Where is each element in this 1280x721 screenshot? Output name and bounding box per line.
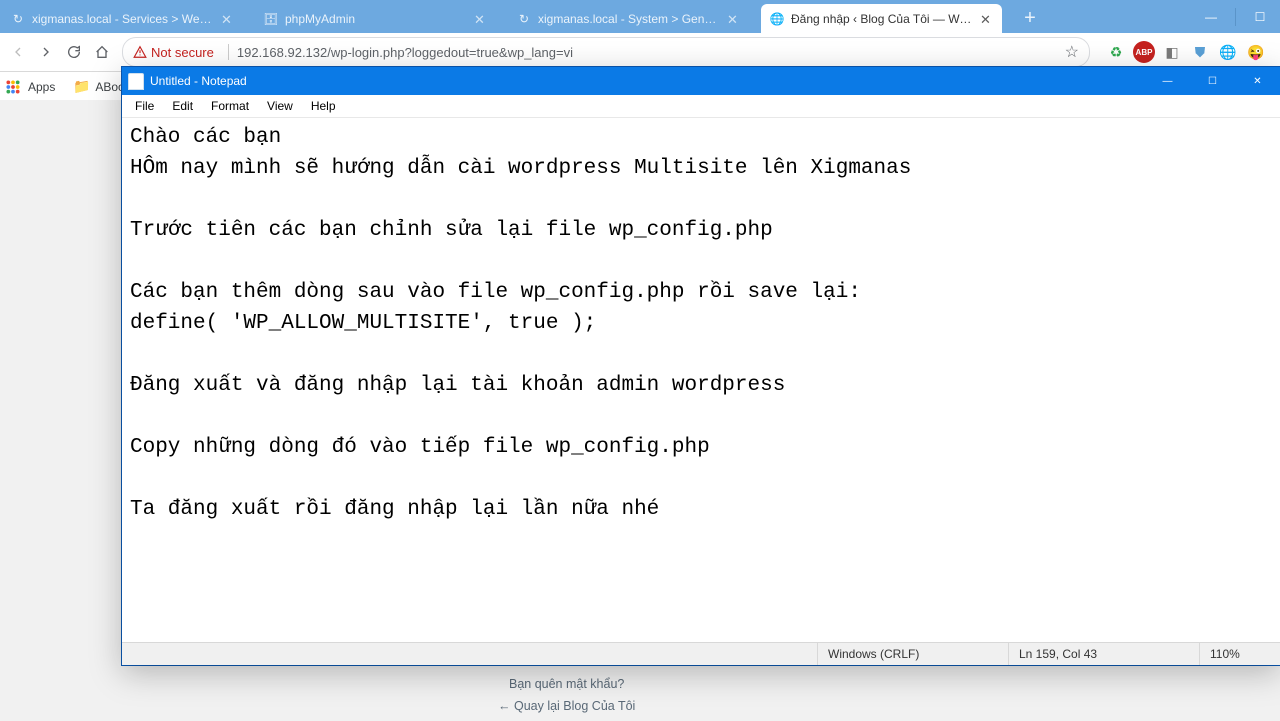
apps-shortcut[interactable]: Apps — [6, 79, 55, 95]
forgot-password-link[interactable]: Bạn quên mật khẩu? — [498, 677, 635, 691]
status-zoom: 110% — [1199, 643, 1280, 665]
xigmanas-icon: ↻ — [516, 11, 532, 27]
tab-1[interactable]: 🗄 phpMyAdmin ✕ — [255, 4, 496, 33]
emoji-ext-icon[interactable]: 😜 — [1245, 41, 1267, 63]
abp-icon[interactable]: ABP — [1133, 41, 1155, 63]
xigmanas-icon: ↻ — [10, 11, 26, 27]
notepad-status-bar: Windows (CRLF) Ln 159, Col 43 110% — [122, 642, 1280, 665]
menu-help[interactable]: Help — [302, 95, 345, 117]
notepad-window: Untitled - Notepad — ☐ ✕ File Edit Forma… — [122, 67, 1280, 665]
omnibox[interactable]: Not secure 192.168.92.132/wp-login.php?l… — [122, 37, 1090, 67]
chrome-window-controls: — ☐ — [1191, 0, 1280, 33]
shield-ext-icon[interactable]: ⛊ — [1189, 41, 1211, 63]
close-icon[interactable]: ✕ — [221, 12, 235, 26]
extension-icons: ♻ ABP ◧ ⛊ 🌐 😜 — [1102, 41, 1270, 63]
tab-3[interactable]: 🌐 Đăng nhập ‹ Blog Của Tôi — Wo… ✕ — [761, 4, 1002, 33]
phpmyadmin-icon: 🗄 — [263, 11, 279, 27]
status-encoding: Windows (CRLF) — [817, 643, 1008, 665]
tab-2[interactable]: ↻ xigmanas.local - System > Gene… ✕ — [508, 4, 749, 33]
maximize-button[interactable]: ☐ — [1190, 67, 1235, 95]
back-button[interactable] — [4, 38, 32, 66]
menu-view[interactable]: View — [258, 95, 302, 117]
notepad-menu: File Edit Format View Help — [122, 95, 1280, 118]
bookmark-ext-icon[interactable]: ◧ — [1161, 41, 1183, 63]
url-text: 192.168.92.132/wp-login.php?loggedout=tr… — [237, 45, 573, 60]
notepad-title-bar[interactable]: Untitled - Notepad — ☐ ✕ — [122, 67, 1280, 95]
star-icon[interactable]: ☆ — [1065, 42, 1079, 62]
tab-title: xigmanas.local - System > Gene… — [538, 12, 721, 26]
not-secure-label: Not secure — [151, 45, 214, 60]
forward-button[interactable] — [32, 38, 60, 66]
chrome-minimize-button[interactable]: — — [1191, 2, 1231, 32]
tab-title: phpMyAdmin — [285, 12, 468, 26]
apps-label: Apps — [28, 80, 55, 94]
not-secure-badge[interactable]: Not secure — [133, 45, 214, 60]
close-icon[interactable]: ✕ — [727, 12, 741, 26]
minimize-button[interactable]: — — [1145, 67, 1190, 95]
chrome-maximize-button[interactable]: ☐ — [1240, 2, 1280, 32]
new-tab-button[interactable]: + — [1018, 6, 1042, 30]
globe-ext-icon[interactable]: 🌐 — [1217, 41, 1239, 63]
tab-strip: ↻ xigmanas.local - Services > Web… ✕ 🗄 p… — [0, 0, 1280, 33]
notepad-window-controls: — ☐ ✕ — [1145, 67, 1280, 95]
close-icon[interactable]: ✕ — [474, 12, 488, 26]
back-to-site-link[interactable]: ← Quay lại Blog Của Tôi — [498, 699, 635, 713]
menu-file[interactable]: File — [126, 95, 163, 117]
menu-edit[interactable]: Edit — [163, 95, 202, 117]
menu-format[interactable]: Format — [202, 95, 258, 117]
notepad-icon — [128, 73, 144, 90]
notepad-text-area[interactable]: Chào các bạn HÔm nay mình sẽ hướng dẫn c… — [122, 118, 1280, 642]
reload-button[interactable] — [60, 38, 88, 66]
home-button[interactable] — [88, 38, 116, 66]
apps-icon — [6, 79, 22, 95]
close-button[interactable]: ✕ — [1235, 67, 1280, 95]
status-cursor-pos: Ln 159, Col 43 — [1008, 643, 1199, 665]
folder-icon: 📁 — [73, 79, 89, 95]
tab-0[interactable]: ↻ xigmanas.local - Services > Web… ✕ — [2, 4, 243, 33]
recycle-icon[interactable]: ♻ — [1105, 41, 1127, 63]
notepad-title: Untitled - Notepad — [150, 74, 247, 88]
tab-title: xigmanas.local - Services > Web… — [32, 12, 215, 26]
tab-title: Đăng nhập ‹ Blog Của Tôi — Wo… — [791, 12, 974, 26]
close-icon[interactable]: ✕ — [980, 12, 994, 26]
globe-icon: 🌐 — [769, 11, 785, 27]
